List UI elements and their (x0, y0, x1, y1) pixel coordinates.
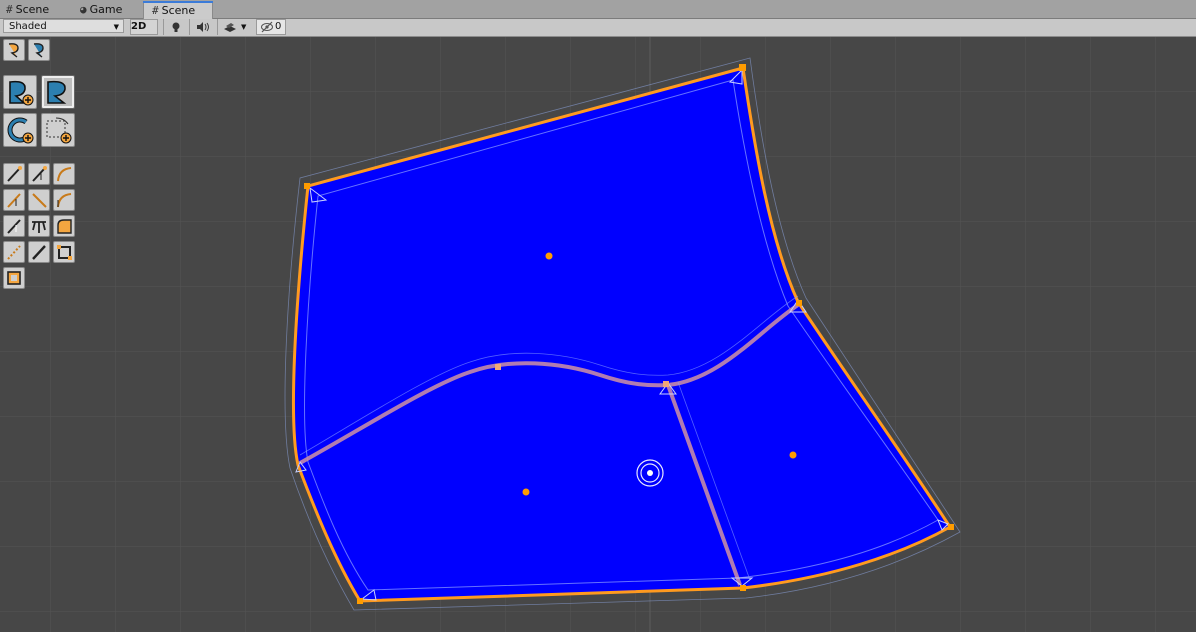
add-path-tool[interactable] (3, 75, 37, 109)
curve-corner-tool[interactable] (53, 189, 75, 211)
tab-scene-2[interactable]: # Scene (143, 1, 213, 19)
edit-collider-icon (33, 43, 44, 58)
region-center-dot[interactable] (789, 451, 797, 459)
audio-toggle[interactable] (189, 19, 214, 35)
add-rect-tool[interactable] (41, 113, 75, 147)
grid-icon: # (152, 3, 159, 17)
scene-view[interactable] (0, 37, 1196, 632)
vertex-handle[interactable] (304, 183, 310, 189)
tab-game[interactable]: ◕ Game (80, 2, 132, 18)
frame-select-tool[interactable] (3, 267, 25, 289)
scene-toolbar: Shaded ▼ 2D ▼ 0 (0, 19, 1196, 37)
vertex-handle[interactable] (663, 381, 669, 387)
scene-canvas[interactable] (0, 37, 1196, 632)
line-icon (32, 193, 47, 208)
tangent-mirror-tool[interactable] (3, 189, 25, 211)
mode-2d-button[interactable]: 2D (130, 19, 158, 35)
tangent-up-tool[interactable] (28, 163, 50, 185)
region-center-dot[interactable] (522, 488, 530, 496)
frame-select-icon (7, 271, 21, 285)
vertex-handle[interactable] (739, 64, 746, 71)
tab-label: Scene (15, 3, 50, 16)
fill-corner-icon (57, 219, 72, 234)
split-icon (7, 219, 21, 234)
add-path-icon (9, 80, 34, 106)
eye-hidden-icon (261, 21, 273, 33)
vertex-handle[interactable] (357, 598, 363, 604)
lightbulb-icon (172, 22, 180, 32)
select-path-tool[interactable] (41, 75, 75, 109)
dotted-line-icon (7, 245, 21, 260)
cut-icon (32, 221, 46, 233)
effects-toggle[interactable] (217, 19, 242, 35)
add-rect-icon (46, 117, 72, 144)
hidden-count: 0 (275, 21, 282, 32)
cut-tool[interactable] (28, 215, 50, 237)
tab-label: Scene (161, 3, 196, 17)
dropdown-arrow-icon: ▼ (241, 23, 247, 31)
shading-mode-dropdown[interactable]: Shaded ▼ (3, 19, 124, 33)
select-path-icon (47, 80, 67, 104)
line-tool[interactable] (28, 189, 50, 211)
edit-collider-tool[interactable] (28, 39, 50, 61)
straight-icon (32, 245, 46, 260)
vertex-handle[interactable] (948, 524, 954, 530)
effects-dropdown[interactable]: ▼ (241, 19, 251, 35)
dropdown-arrow-icon: ▼ (113, 23, 119, 31)
curve-tool[interactable] (53, 163, 75, 185)
region-center-dot[interactable] (545, 252, 553, 260)
tab-bar: # Scene ◕ Game # Scene (0, 0, 1196, 19)
add-circle-icon (7, 117, 34, 144)
vertex-handle[interactable] (495, 364, 501, 370)
edit-shape-tool[interactable] (3, 39, 25, 61)
pivot-gizmo-icon[interactable] (636, 459, 664, 487)
add-circle-tool[interactable] (3, 113, 37, 147)
dotted-line-tool[interactable] (3, 241, 25, 263)
split-tool[interactable] (3, 215, 25, 237)
pacman-icon: ◕ (80, 3, 87, 16)
shading-mode-value: Shaded (9, 21, 47, 32)
tangent-tool[interactable] (3, 163, 25, 185)
effects-icon (224, 23, 236, 32)
rect-select-tool[interactable] (53, 241, 75, 263)
tangent-mirror-icon (7, 193, 21, 208)
curve-corner-icon (57, 193, 72, 208)
fill-corner-tool[interactable] (53, 215, 75, 237)
curve-icon (57, 167, 72, 182)
tangent-up-icon (32, 166, 47, 182)
vertex-handle[interactable] (796, 300, 802, 306)
speaker-icon (197, 22, 209, 32)
edit-shape-icon (8, 43, 19, 58)
grid-icon: # (6, 3, 13, 16)
tab-label: Game (89, 3, 123, 16)
straight-tool[interactable] (28, 241, 50, 263)
vertex-handle[interactable] (740, 585, 746, 591)
lighting-toggle[interactable] (163, 19, 188, 35)
tangent-icon (7, 166, 22, 182)
rect-select-icon (57, 245, 72, 260)
hidden-objects-toggle[interactable]: 0 (256, 19, 286, 35)
tab-scene-1[interactable]: # Scene (6, 2, 60, 18)
